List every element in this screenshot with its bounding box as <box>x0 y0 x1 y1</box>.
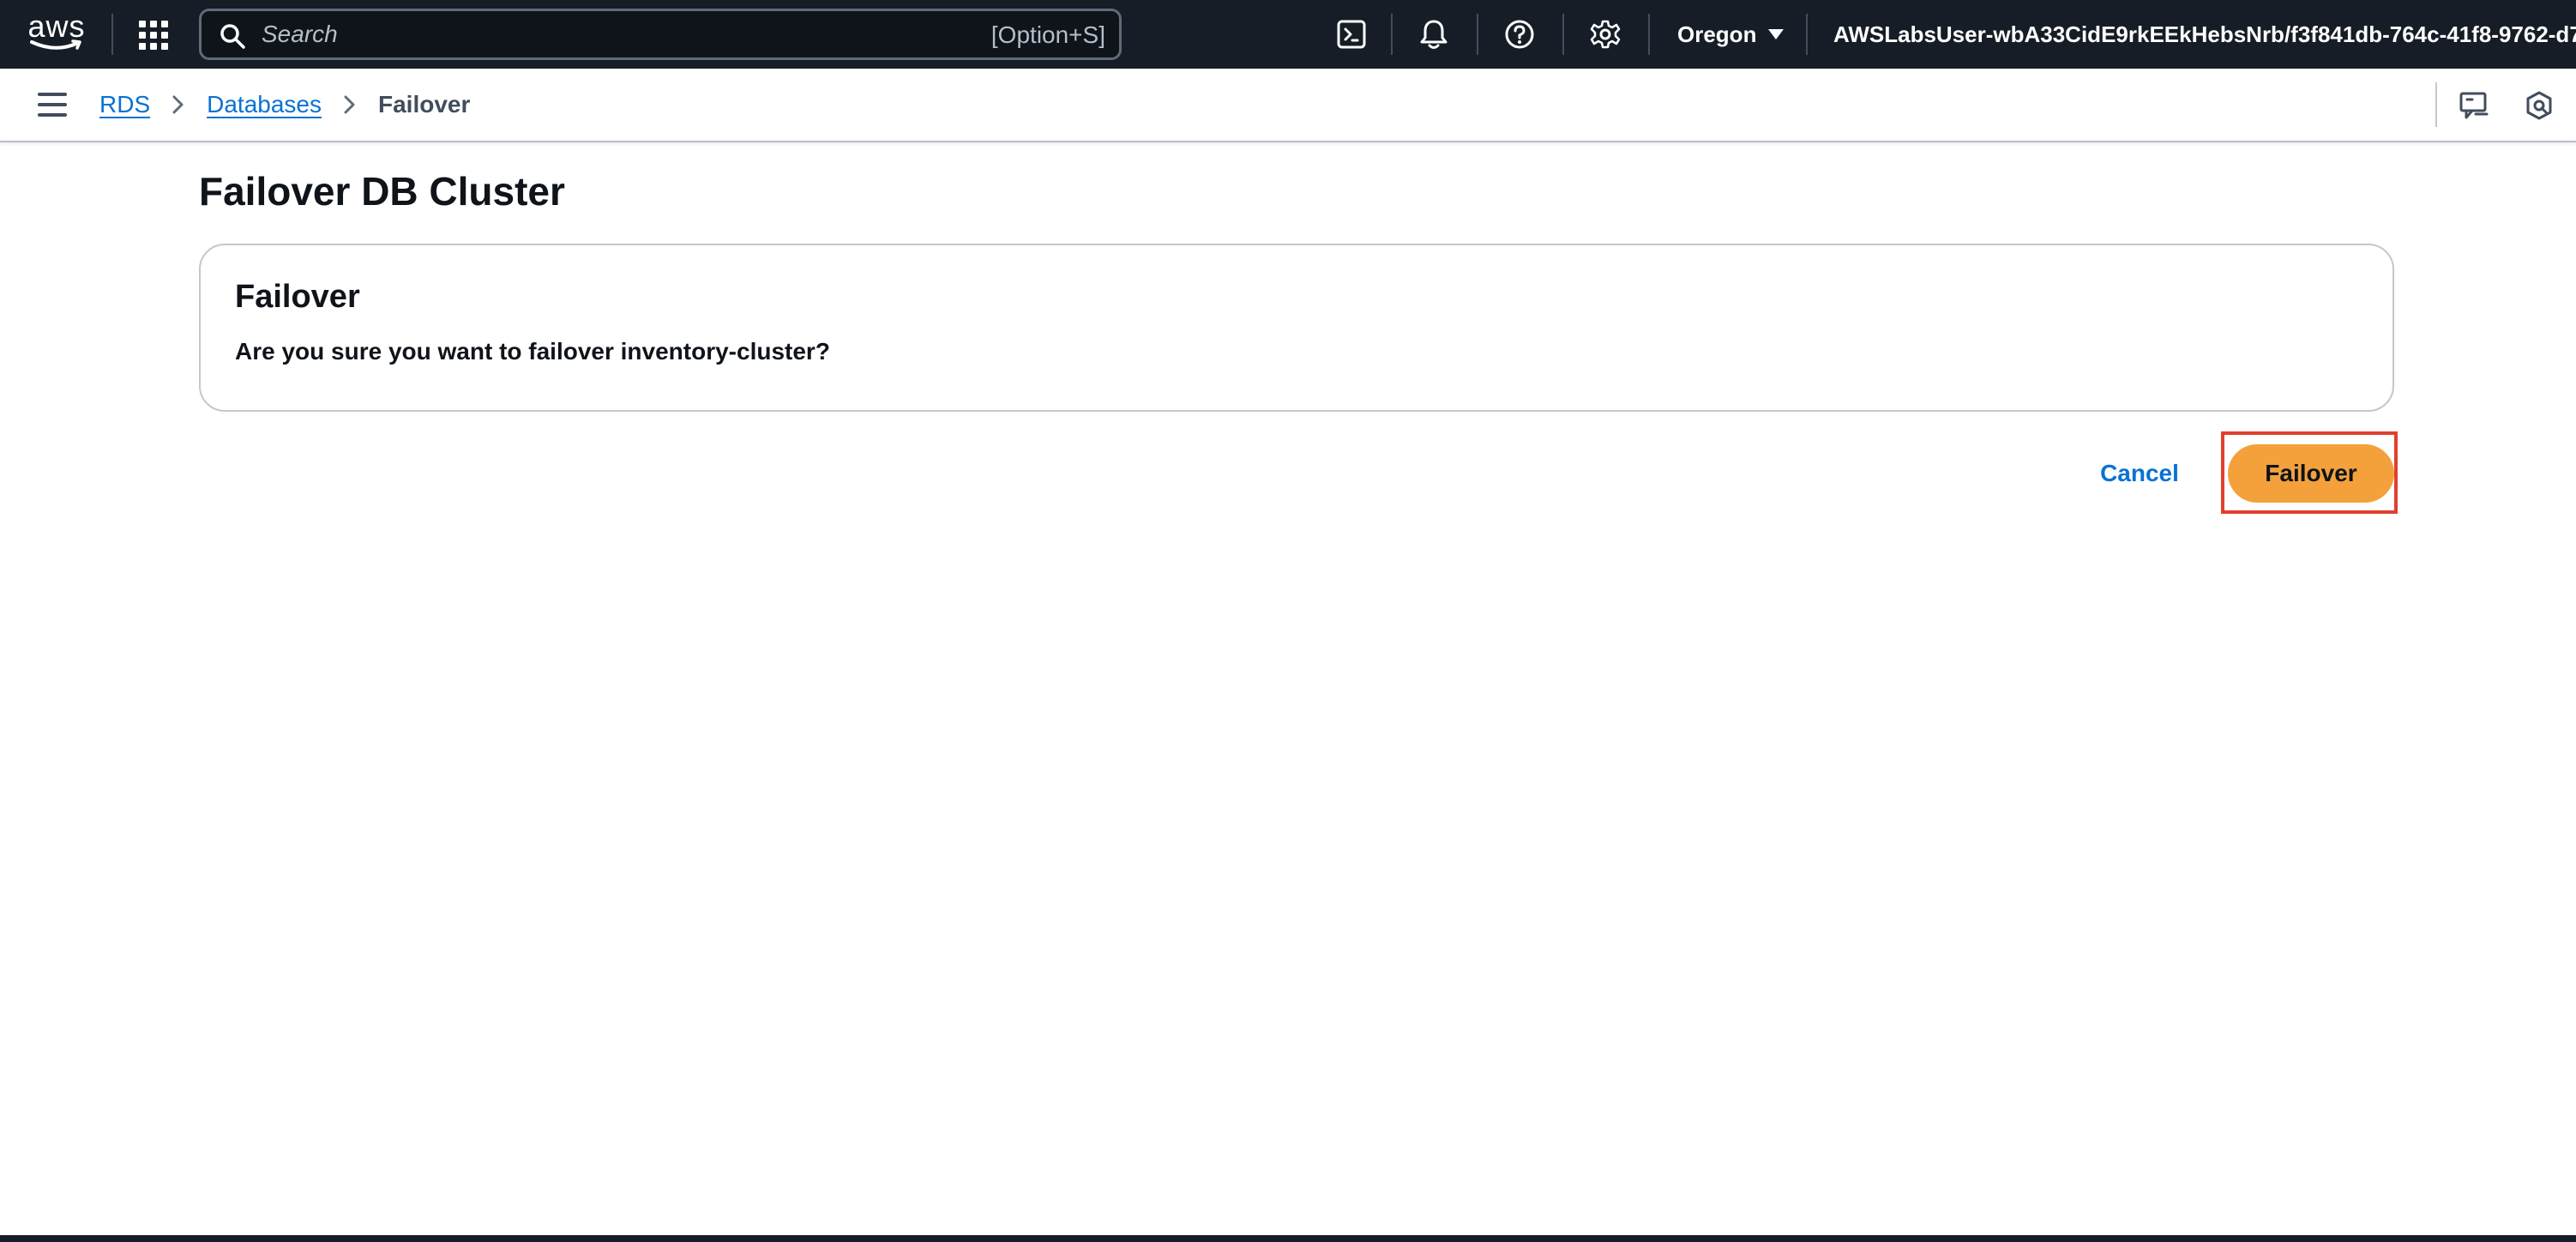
topbar-divider <box>1648 14 1650 55</box>
panel-title: Failover <box>235 279 360 315</box>
topbar-divider <box>1391 14 1393 55</box>
cancel-button[interactable]: Cancel <box>2077 453 2202 494</box>
breadcrumb-link-rds[interactable]: RDS <box>99 91 150 118</box>
breadcrumb-current: Failover <box>378 91 471 118</box>
topbar-divider <box>1562 14 1564 55</box>
top-navigation-bar: aws [Option+S] <box>0 0 2576 69</box>
breadcrumb-bar: RDS Databases Failover <box>0 69 2576 142</box>
feedback-icon[interactable] <box>2458 89 2490 122</box>
caret-down-icon <box>1768 29 1785 39</box>
aws-logo[interactable]: aws <box>27 9 86 55</box>
security-settings-icon[interactable] <box>2523 89 2555 122</box>
aws-smile-icon <box>30 39 81 50</box>
search-shortcut-hint: [Option+S] <box>990 21 1105 48</box>
region-label: Oregon <box>1677 21 1757 47</box>
cloudshell-icon[interactable] <box>1334 17 1369 51</box>
topbar-divider <box>1806 14 1808 55</box>
breadcrumb-divider <box>2435 82 2437 127</box>
failover-button[interactable]: Failover <box>2228 444 2394 503</box>
breadcrumb-link-databases[interactable]: Databases <box>207 91 322 118</box>
topbar-divider <box>1477 14 1478 55</box>
gear-icon[interactable] <box>1588 17 1622 51</box>
confirmation-prompt-end: ? <box>815 338 830 365</box>
confirmation-prompt: Are you sure you want to failover <box>235 338 621 365</box>
bell-icon[interactable] <box>1417 17 1451 51</box>
confirmation-message: Are you sure you want to failover invent… <box>235 336 830 367</box>
search-icon <box>220 24 245 49</box>
aws-logo-text: aws <box>27 9 86 44</box>
services-grid-icon[interactable] <box>139 21 168 50</box>
search-input[interactable] <box>262 16 913 52</box>
page-title: Failover DB Cluster <box>199 169 565 214</box>
topbar-divider <box>111 14 113 55</box>
chevron-right-icon <box>340 95 359 114</box>
hamburger-menu-icon[interactable] <box>38 93 67 117</box>
account-label: AWSLabsUser-wbA33CidE9rkEEkHebsNrb/f3f84… <box>1833 21 2576 47</box>
account-menu[interactable]: AWSLabsUser-wbA33CidE9rkEEkHebsNrb/f3f84… <box>1833 19 2576 50</box>
failover-confirmation-panel: Failover Are you sure you want to failov… <box>199 244 2394 412</box>
search-bar[interactable]: [Option+S] <box>199 9 1122 60</box>
chevron-right-icon <box>169 95 188 114</box>
breadcrumb: RDS Databases Failover <box>99 87 470 122</box>
region-selector[interactable]: Oregon <box>1677 19 1785 50</box>
bottom-edge-bar <box>0 1235 2576 1242</box>
help-icon[interactable] <box>1502 17 1537 51</box>
cluster-name: inventory-cluster <box>620 338 816 365</box>
